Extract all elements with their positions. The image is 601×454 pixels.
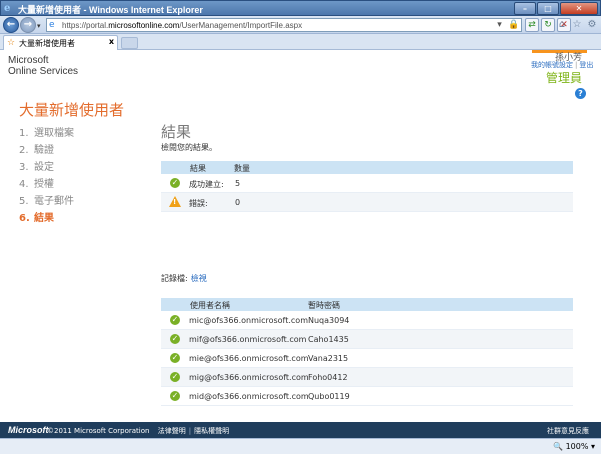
- summary-table: 結果 數量 ✓ 成功建立: 5 ! 錯誤: 0: [161, 161, 573, 212]
- password-column-header: 暫時密碼: [308, 301, 340, 310]
- log-file-line: 記錄檔: 檢視: [161, 273, 207, 284]
- my-account-link[interactable]: 我的帳號設定: [531, 61, 573, 69]
- success-check-icon: ✓: [170, 315, 180, 325]
- tab-bulk-add-users[interactable]: ☆ 大量新增使用者 x: [3, 35, 118, 50]
- help-icon[interactable]: ?: [575, 88, 586, 99]
- lock-icon[interactable]: 🔒: [508, 20, 519, 31]
- success-check-icon: ✓: [170, 372, 180, 382]
- ie-logo-icon: e: [4, 3, 11, 14]
- success-check-icon: ✓: [170, 353, 180, 363]
- wizard-steps: 1. 選取檔案 2. 驗證 3. 設定 4. 授權 5. 電子郵件 6. 結果: [19, 124, 74, 226]
- username-cell: mig@ofs366.onmicrosoft.com: [189, 373, 309, 382]
- window-controls: – □ ✕: [514, 2, 598, 15]
- address-bar[interactable]: e https://portal.microsoftonline.com/Use…: [46, 18, 522, 32]
- row-label: 成功建立:: [189, 180, 224, 189]
- compatibility-view-icon[interactable]: ⇄: [525, 18, 539, 32]
- tools-icon[interactable]: ⚙: [586, 19, 598, 31]
- tab-close-icon[interactable]: x: [109, 37, 114, 46]
- table-row: ✓ mif@ofs366.onmicrosoft.com Caho1435: [161, 330, 573, 349]
- page-icon: e: [49, 20, 55, 30]
- microsoft-logo: Microsoft: [8, 425, 49, 435]
- password-cell: Caho1435: [308, 335, 349, 344]
- minimize-button[interactable]: –: [514, 2, 536, 15]
- zoom-icon: 🔍: [553, 442, 564, 451]
- address-dropdown-icon[interactable]: ▾: [494, 20, 505, 31]
- table-row: ✓ mie@ofs366.onmicrosoft.com Vana2315: [161, 349, 573, 368]
- new-tab-button[interactable]: [121, 37, 138, 49]
- footer-links: ©2011 Microsoft Corporation 法律聲明 | 隱私權聲明: [47, 427, 230, 435]
- step-email: 5. 電子郵件: [19, 196, 74, 207]
- step-licenses: 4. 授權: [19, 179, 54, 190]
- username-column-header: 使用者名稱: [190, 301, 230, 310]
- password-cell: Foho0412: [308, 373, 348, 382]
- window-title: 大量新增使用者 - Windows Internet Explorer: [18, 5, 203, 15]
- brand-line2: Online Services: [8, 66, 79, 77]
- favorites-star-icon: ☆: [7, 38, 16, 48]
- password-cell: Nuqa3094: [308, 316, 350, 325]
- log-label: 記錄檔:: [161, 274, 188, 283]
- tab-label: 大量新增使用者: [19, 39, 75, 48]
- page-content: Microsoft Online Services 孫小芳 我的帳號設定 | 登出 …: [0, 50, 601, 437]
- table-row: ✓ mic@ofs366.onmicrosoft.com Nuqa3094: [161, 311, 573, 330]
- legal-link[interactable]: 法律聲明: [158, 427, 186, 435]
- password-cell: Qubo0119: [308, 392, 350, 401]
- table-row: ✓ 成功建立: 5: [161, 174, 573, 193]
- feedback-link[interactable]: 意見反應: [561, 426, 589, 436]
- home-icon[interactable]: ⌂: [556, 19, 568, 31]
- forward-button[interactable]: →: [20, 17, 36, 33]
- row-label: 錯誤:: [189, 199, 208, 208]
- username-cell: mie@ofs366.onmicrosoft.com: [189, 354, 309, 363]
- table-row: ! 錯誤: 0: [161, 193, 573, 212]
- tab-bar: ☆ 大量新增使用者 x: [0, 34, 601, 50]
- step-select-file: 1. 選取檔案: [19, 128, 74, 139]
- username-cell: mic@ofs366.onmicrosoft.com: [189, 316, 308, 325]
- community-link[interactable]: 社群: [547, 426, 561, 436]
- address-url[interactable]: https://portal.microsoftonline.com/UserM…: [62, 21, 302, 30]
- copyright-text: ©2011 Microsoft Corporation: [47, 427, 150, 435]
- username-cell: mid@ofs366.onmicrosoft.com: [189, 392, 309, 401]
- success-check-icon: ✓: [170, 391, 180, 401]
- result-column-header: 結果: [190, 164, 206, 173]
- zoom-control[interactable]: 🔍 100% ▾: [553, 442, 595, 451]
- status-bar: 🔍 100% ▾: [0, 438, 601, 454]
- site-footer: Microsoft ©2011 Microsoft Corporation 法律…: [0, 422, 601, 438]
- step-settings: 3. 設定: [19, 162, 54, 173]
- summary-header: 結果 數量: [161, 161, 573, 174]
- step-results: 6. 結果: [19, 213, 54, 224]
- table-row: ✓ mid@ofs366.onmicrosoft.com Qubo0119: [161, 387, 573, 406]
- maximize-button[interactable]: □: [537, 2, 559, 15]
- count-column-header: 數量: [234, 164, 250, 173]
- view-log-link[interactable]: 檢視: [191, 274, 207, 283]
- review-text: 檢閱您的結果。: [161, 143, 217, 152]
- back-button[interactable]: ←: [3, 17, 19, 33]
- success-check-icon: ✓: [170, 178, 180, 188]
- row-count: 0: [235, 198, 241, 207]
- history-dropdown-icon[interactable]: ▾: [37, 22, 41, 30]
- row-count: 5: [235, 179, 241, 188]
- navigation-bar: ← → ▾ e https://portal.microsoftonline.c…: [0, 16, 601, 34]
- zoom-level: 100%: [565, 442, 589, 451]
- brand-line1: Microsoft: [8, 55, 49, 66]
- microsoft-online-services-logo: Microsoft Online Services: [8, 55, 78, 77]
- username-cell: mif@ofs366.onmicrosoft.com: [189, 335, 307, 344]
- privacy-link[interactable]: 隱私權聲明: [194, 427, 229, 435]
- password-cell: Vana2315: [308, 354, 349, 363]
- window-titlebar: e 大量新增使用者 - Windows Internet Explorer – …: [0, 0, 601, 16]
- sign-out-link[interactable]: 登出: [579, 61, 593, 69]
- users-table: 使用者名稱 暫時密碼 ✓ mic@ofs366.onmicrosoft.com …: [161, 298, 573, 406]
- site-header: Microsoft Online Services 孫小芳 我的帳號設定 | 登出 …: [0, 50, 601, 99]
- success-check-icon: ✓: [170, 334, 180, 344]
- favorites-icon[interactable]: ☆: [571, 19, 583, 31]
- results-title: 結果: [161, 123, 192, 141]
- table-row: ✓ mig@ofs366.onmicrosoft.com Foho0412: [161, 368, 573, 387]
- step-verify: 2. 驗證: [19, 145, 54, 156]
- users-header: 使用者名稱 暫時密碼: [161, 298, 573, 311]
- warning-icon: !: [169, 196, 181, 207]
- page-title: 大量新增使用者: [19, 101, 125, 119]
- refresh-icon[interactable]: ↻: [541, 18, 555, 32]
- role-label: 管理員: [546, 71, 583, 85]
- close-window-button[interactable]: ✕: [560, 2, 598, 15]
